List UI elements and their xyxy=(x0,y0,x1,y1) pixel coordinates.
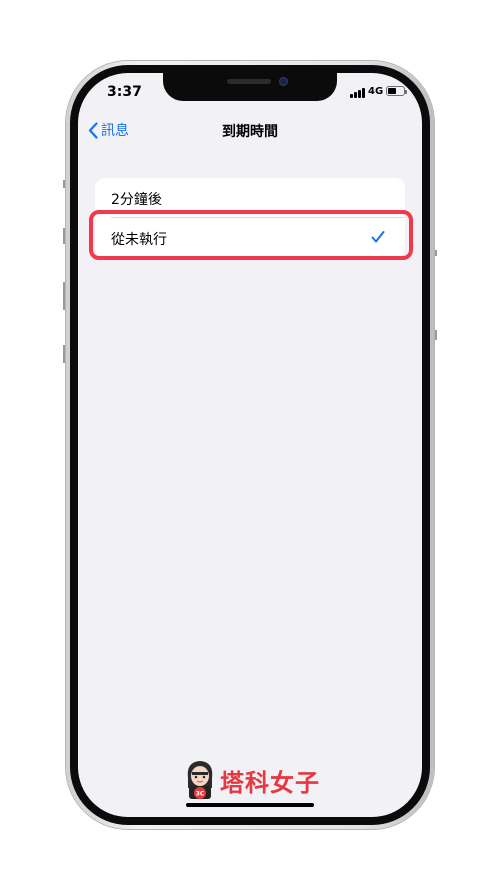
speaker-grille xyxy=(227,79,271,84)
back-button[interactable]: 訊息 xyxy=(88,120,129,140)
option-label: 2分鐘後 xyxy=(111,192,162,208)
checkmark-icon xyxy=(371,231,385,243)
watermark-logo: 3C 塔科女子 xyxy=(182,758,332,800)
silent-switch xyxy=(63,180,65,188)
volume-down-button xyxy=(63,282,65,310)
front-camera xyxy=(279,77,288,86)
power-button-lower xyxy=(435,330,437,340)
logo-text: 塔科女子 xyxy=(220,769,320,797)
option-label: 從未執行 xyxy=(111,232,167,248)
status-time: 3:37 xyxy=(107,84,142,100)
back-button-label: 訊息 xyxy=(101,123,129,139)
battery-level xyxy=(388,88,396,94)
battery-icon xyxy=(386,86,407,96)
expiration-options-list: 2分鐘後 從未執行 xyxy=(95,178,405,258)
mascot-icon: 3C xyxy=(187,761,213,799)
power-button xyxy=(435,250,437,256)
logo-badge-text: 3C xyxy=(196,791,205,798)
notch xyxy=(163,73,337,101)
volume-up-button xyxy=(63,228,65,244)
network-type: 4G xyxy=(368,86,384,97)
home-indicator[interactable] xyxy=(186,803,314,807)
cellular-signal-icon xyxy=(350,87,366,98)
page-title: 到期時間 xyxy=(222,124,278,140)
chevron-left-icon xyxy=(88,121,98,139)
volume-extra-button xyxy=(63,345,65,363)
option-two-minutes[interactable]: 2分鐘後 xyxy=(95,178,405,218)
option-never[interactable]: 從未執行 xyxy=(95,218,405,258)
